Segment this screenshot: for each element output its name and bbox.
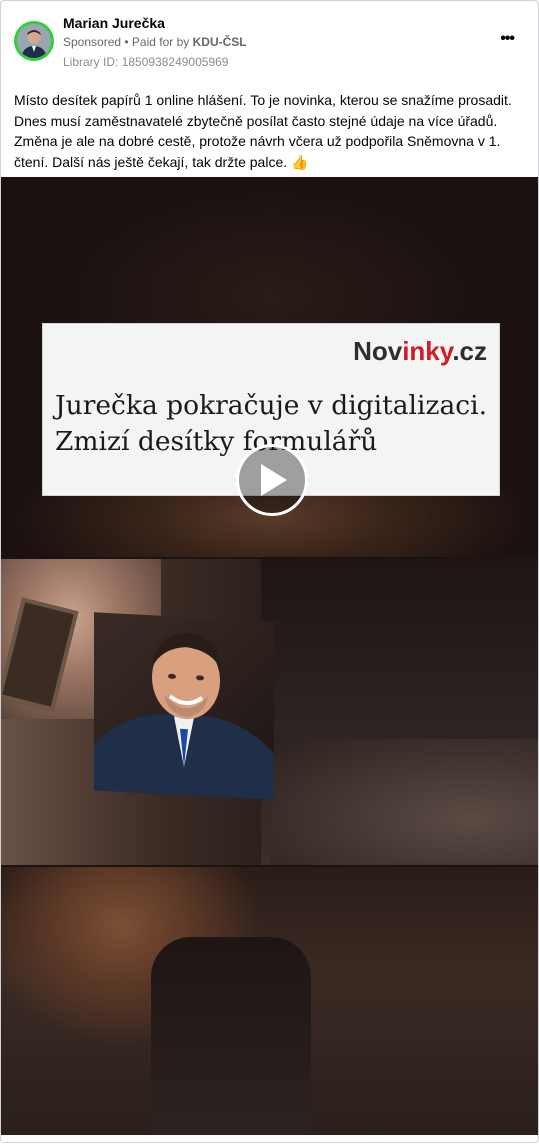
- video-media[interactable]: Novinky.cz Jurečka pokračuje v digitaliz…: [1, 177, 538, 1135]
- post-header: Marian Jurečka Sponsored • Paid for by K…: [1, 1, 538, 81]
- news-brand-logo: Novinky.cz: [353, 336, 487, 367]
- paid-for-prefix: • Paid for by: [121, 35, 193, 49]
- play-button[interactable]: [236, 444, 308, 516]
- brand-suffix: .cz: [452, 336, 487, 366]
- avatar[interactable]: [14, 21, 54, 61]
- paid-for-name[interactable]: KDU-ČSL: [193, 35, 247, 49]
- person-portrait: [94, 612, 274, 800]
- brand-prefix: Nov: [353, 336, 403, 366]
- post-text: Místo desítek papírů 1 online hlášení. T…: [14, 92, 512, 170]
- sponsored-line: Sponsored • Paid for by KDU-ČSL: [63, 35, 247, 49]
- background-window: [271, 739, 538, 865]
- avatar-photo: [17, 24, 51, 58]
- video-frame-middle: [1, 559, 538, 865]
- author-name[interactable]: Marian Jurečka: [63, 15, 165, 31]
- headline-line-1: Jurečka pokračuje v digitalizaci.: [55, 390, 488, 421]
- library-id: Library ID: 1850938249005969: [63, 55, 229, 69]
- play-icon: [261, 464, 287, 496]
- video-frame-bottom: [1, 867, 538, 1135]
- sponsored-label: Sponsored: [63, 35, 122, 49]
- ad-card: Marian Jurečka Sponsored • Paid for by K…: [0, 0, 539, 1143]
- more-options-icon[interactable]: •••: [500, 30, 515, 48]
- blurred-figure: [151, 937, 311, 1135]
- brand-accent: inky: [402, 336, 453, 366]
